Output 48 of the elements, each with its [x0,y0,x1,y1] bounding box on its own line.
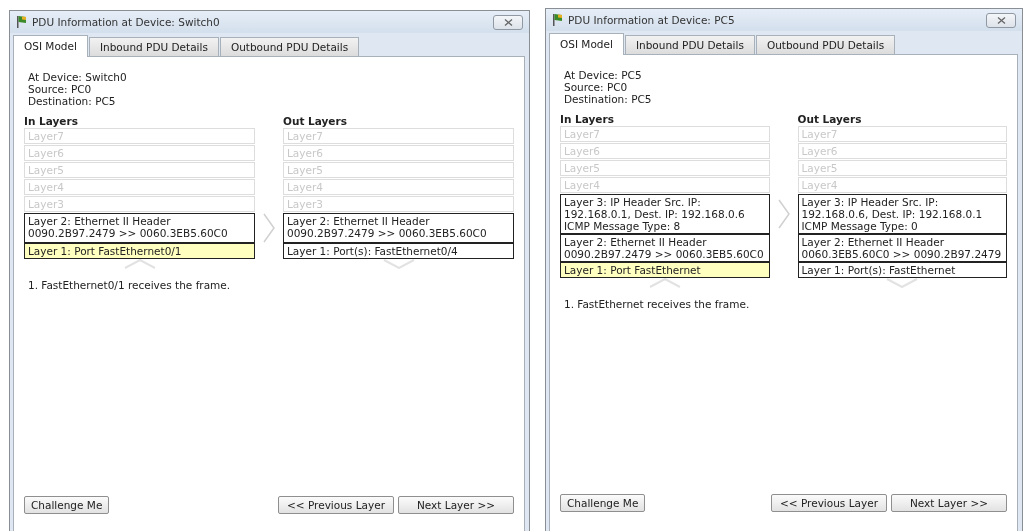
layer-item[interactable]: Layer 2: Ethernet II Header 0090.2B97.2479 >> 0060.3EB5.60C0 [283,213,514,243]
tab[interactable]: OSI Model [13,35,88,57]
window-title: PDU Information at Device: Switch0 [32,16,221,28]
info-text: Source: PC0 [564,81,629,93]
layer-item[interactable]: Layer 2: Ethernet II Header 0090.2B97.2479 >> 0060.3EB5.60C0 [24,213,255,243]
down-chevron-icon [886,278,919,288]
layer-item[interactable]: Layer 1: Port(s): FastEthernet [797,262,1007,278]
close-button[interactable] [493,14,523,30]
close-icon [996,16,1006,24]
right-chevron-icon [262,213,276,243]
previous-layer-button[interactable]: << Previous Layer [771,494,887,512]
flag-icon [14,15,28,29]
challenge-button[interactable]: Challenge Me [560,494,646,512]
tab[interactable]: Outbound PDU Details [755,35,896,54]
down-chevron-icon [382,259,415,269]
step-text: 1. FastEthernet receives the frame. [564,298,751,310]
column-heading: Out Layers [797,113,863,126]
tab[interactable]: Outbound PDU Details [219,37,360,56]
flag-icon [550,13,564,27]
column-heading: In Layers [24,115,79,128]
tab[interactable]: Inbound PDU Details [624,35,755,54]
layer-item[interactable]: Layer 1: Port FastEthernet [560,262,770,278]
info-text: Destination: PC5 [28,95,117,107]
up-chevron-icon [648,278,681,288]
tab[interactable]: Inbound PDU Details [88,37,219,56]
up-chevron-icon [123,259,156,269]
layer-item[interactable]: Layer 2: Ethernet II Header 0090.2B97.2479 >> 0060.3EB5.60C0 [560,234,770,262]
layer-item[interactable]: Layer 1: Port FastEthernet0/1 [24,243,255,259]
column-heading: In Layers [560,113,615,126]
tab[interactable]: OSI Model [549,33,624,55]
right-chevron-icon [776,199,791,229]
info-text: Destination: PC5 [564,93,653,105]
step-text: 1. FastEthernet0/1 receives the frame. [28,279,232,291]
close-icon [503,18,513,26]
window-title: PDU Information at Device: PC5 [568,14,736,26]
layer-item[interactable]: Layer 1: Port(s): FastEthernet0/4 [283,243,514,259]
challenge-button[interactable]: Challenge Me [24,496,110,514]
layer-item[interactable]: Layer 2: Ethernet II Header 0060.3EB5.60C0 >> 0090.2B97.2479 [797,234,1007,262]
info-text: Source: PC0 [28,83,93,95]
next-layer-button[interactable]: Next Layer >> [398,496,514,514]
info-text: At Device: PC5 [564,69,643,81]
previous-layer-button[interactable]: << Previous Layer [278,496,394,514]
next-layer-button[interactable]: Next Layer >> [891,494,1007,512]
info-text: At Device: Switch0 [28,71,128,83]
close-button[interactable] [986,12,1016,28]
layer-item[interactable]: Layer 3: IP Header Src. IP: 192.168.0.6, Dest. IP: 192.168.0.1 ICMP Message Type: 0 [797,194,1007,234]
column-heading: Out Layers [283,115,348,128]
layer-item[interactable]: Layer 3: IP Header Src. IP: 192.168.0.1, Dest. IP: 192.168.0.6 ICMP Message Type: 8 [560,194,770,234]
